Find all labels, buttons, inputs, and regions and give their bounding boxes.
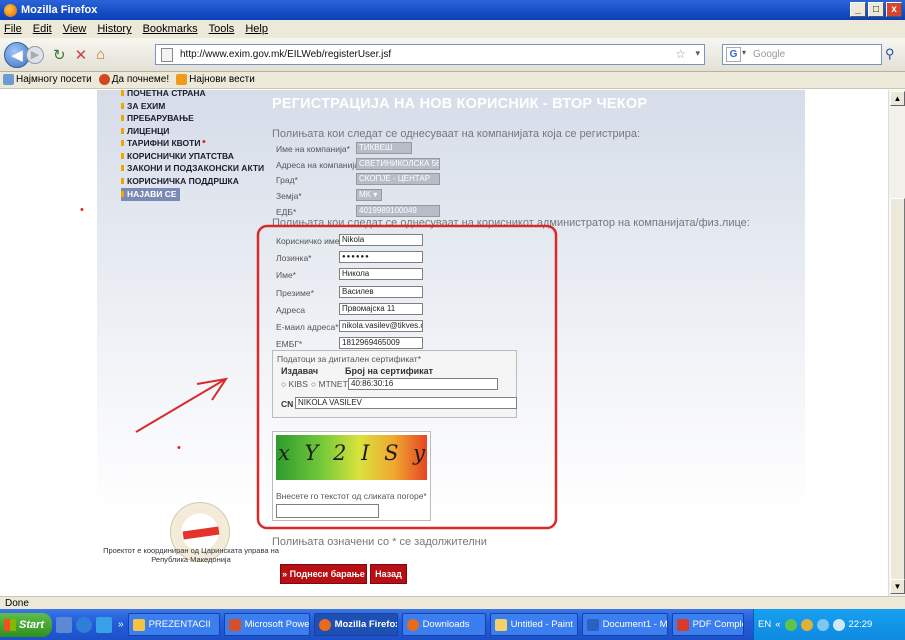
internet-explorer-icon[interactable] [76,616,92,633]
annotation-arrow [135,379,225,433]
tray-expand-icon[interactable]: « [775,619,780,630]
google-icon[interactable]: G [726,47,741,62]
task-pdf-complete[interactable]: PDF Complete [671,613,744,636]
menu-bookmarks[interactable]: Bookmarks [143,23,198,35]
scroll-down-icon[interactable]: ▼ [890,579,905,594]
window-title-bar: Mozilla Firefox _ □ x [0,0,905,20]
show-desktop-icon[interactable] [56,616,72,633]
bookmark-page-icon [3,74,14,86]
reload-icon[interactable]: ↻ [53,46,66,64]
bookmarks-toolbar: Најмногу посети Да почнеме! Најнови вест… [0,72,905,89]
annotation-overlay [135,224,558,530]
search-go-icon[interactable]: ⚲ [885,46,895,62]
scroll-thumb[interactable] [890,198,905,584]
security-icon[interactable] [800,618,813,631]
bookmark-most-visited[interactable]: Најмногу посети [3,74,92,86]
home-icon[interactable]: ⌂ [96,46,105,63]
search-input[interactable]: G ▾ Google [722,44,882,65]
antivirus-icon[interactable] [816,618,829,631]
bookmark-getting-started[interactable]: Да почнеме! [98,74,169,86]
firefox-icon [4,3,17,17]
vertical-scrollbar[interactable]: ▲ ▼ [888,90,905,596]
menu-tools[interactable]: Tools [209,23,235,35]
quicklaunch-more-icon[interactable]: » [118,619,124,630]
search-engine-dropdown-icon[interactable]: ▾ [742,48,746,57]
bookmark-star-icon[interactable]: ☆ [675,47,686,61]
page-content: ПОЧЕТНА СТРАНА ЗА ЕХИМ ПРЕБАРУВАЊЕ ЛИЦЕН… [0,90,888,596]
search-placeholder: Google [753,49,786,60]
firefox-icon [98,74,110,86]
taskbar: Start » PREZENTACII Microsoft PowerP... … [0,609,905,640]
menu-file[interactable]: File [4,23,22,35]
system-tray: EN « 22:29 [753,609,905,640]
task-downloads[interactable]: Downloads [401,613,486,636]
clock: 22:29 [848,619,873,630]
menu-bar: File Edit View History Bookmarks Tools H… [0,20,905,38]
url-bar[interactable]: http://www.exim.gov.mk/EILWeb/registerUs… [155,44,705,65]
task-firefox[interactable]: Mozilla Firefox [313,613,398,636]
maximize-button[interactable]: □ [868,2,884,17]
rss-icon [176,74,188,86]
menu-view[interactable]: View [63,23,87,35]
menu-help[interactable]: Help [245,23,268,35]
annotation-rectangle [256,224,558,530]
url-text: http://www.exim.gov.mk/EILWeb/registerUs… [180,49,392,60]
task-powerpoint[interactable]: Microsoft PowerP... [223,613,310,636]
minimize-button[interactable]: _ [850,2,866,17]
status-bar: Done [0,596,905,609]
start-button[interactable]: Start [0,612,52,637]
task-paint[interactable]: Untitled - Paint [489,613,578,636]
task-prezentacii[interactable]: PREZENTACII [127,613,220,636]
task-word[interactable]: Document1 - Micr... [581,613,668,636]
media-player-icon[interactable] [96,616,112,633]
close-button[interactable]: x [886,2,902,17]
windows-logo-icon [4,618,16,631]
network-icon[interactable] [784,618,797,631]
language-indicator[interactable]: EN [758,619,771,630]
url-dropdown-icon[interactable]: ▾ [695,48,700,59]
scroll-up-icon[interactable]: ▲ [890,91,905,106]
navigation-toolbar: ◀ ▶ ↻ ✕ ⌂ http://www.exim.gov.mk/EILWeb/… [0,38,905,72]
bookmark-latest-news[interactable]: Најнови вести [176,74,255,86]
volume-icon[interactable] [832,618,845,631]
forward-arrow-icon[interactable]: ▶ [26,45,44,64]
page-icon [161,48,173,62]
stop-icon[interactable]: ✕ [75,46,88,64]
menu-edit[interactable]: Edit [33,23,52,35]
window-title: Mozilla Firefox [21,4,98,16]
menu-history[interactable]: History [97,23,131,35]
